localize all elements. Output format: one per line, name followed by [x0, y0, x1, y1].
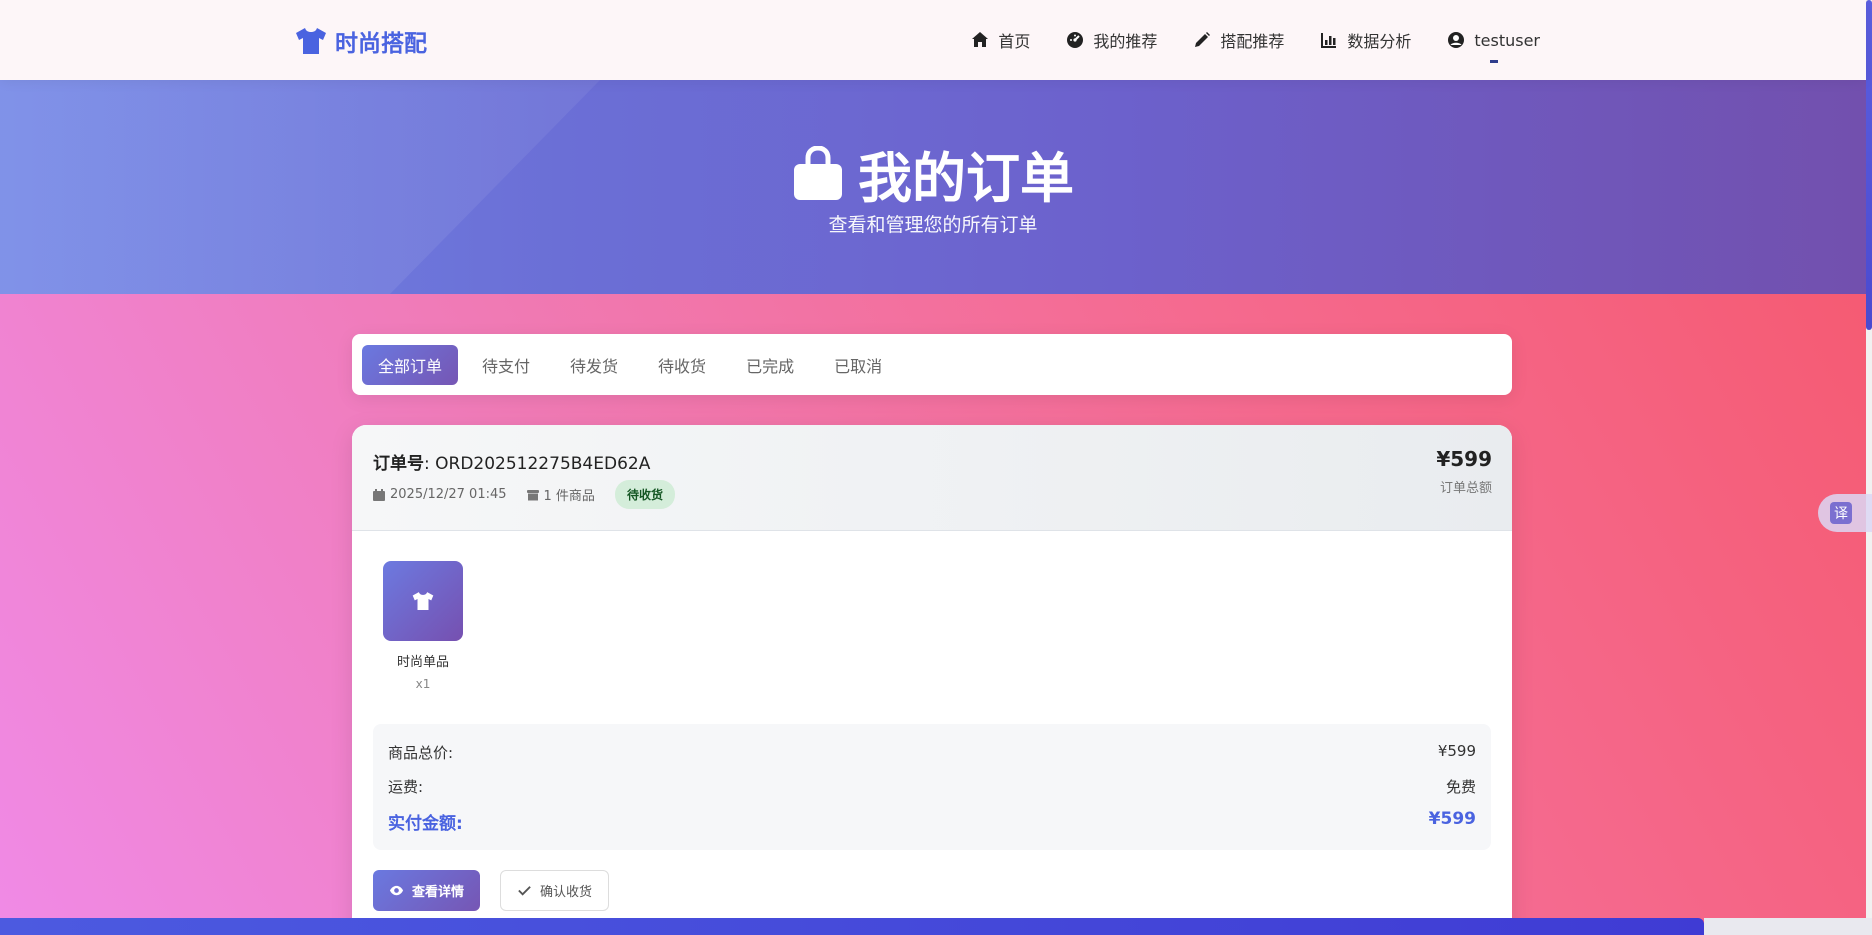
subtotal-label: 商品总价:	[388, 744, 454, 762]
translate-button[interactable]: 译	[1818, 494, 1872, 532]
user-circle-icon	[1448, 32, 1465, 48]
order-item-count-text: 1 件商品	[543, 489, 595, 504]
subtotal-value: ¥599	[1437, 742, 1476, 760]
calendar-icon	[373, 488, 385, 501]
translate-icon: 译	[1830, 502, 1852, 524]
home-icon	[972, 32, 989, 47]
shipping-label: 运费:	[388, 778, 424, 796]
paid-amount-row: 实付金额: ¥599	[388, 809, 1476, 834]
nav-item-user[interactable]: testuser	[1447, 26, 1540, 63]
order-date-text: 2025/12/27 01:45	[390, 487, 507, 502]
product-name: 时尚单品	[396, 655, 449, 670]
tab-pending-payment[interactable]: 待支付	[466, 345, 546, 385]
navbar: 时尚搭配 首页 我的推荐 搭配推荐 数据分析 testuser	[0, 0, 1866, 80]
order-item-count: 1 件商品	[526, 485, 595, 504]
order-status-tabs: 全部订单 待支付 待发货 待收货 已完成 已取消	[352, 334, 1512, 395]
hero-banner: 我的订单 查看和管理您的所有订单	[0, 80, 1866, 294]
order-header: 订单号: ORD202512275B4ED62A 2025/12/27 01:4…	[352, 425, 1512, 531]
nav-item-label: 搭配推荐	[1220, 32, 1285, 51]
shopping-bag-icon	[794, 145, 842, 200]
gauge-icon	[1067, 32, 1084, 48]
nav-menu: 首页 我的推荐 搭配推荐 数据分析 testuser	[971, 26, 1540, 63]
tab-pending-receipt[interactable]: 待收货	[642, 345, 722, 385]
order-total-amount: ¥599	[1436, 447, 1492, 471]
order-date: 2025/12/27 01:45	[373, 487, 507, 502]
tshirt-icon	[412, 592, 434, 610]
order-total: ¥599 订单总额	[1436, 447, 1492, 496]
scrollbar-thumb[interactable]	[1866, 0, 1872, 330]
page-title: 我的订单	[0, 134, 1866, 213]
nav-item-label: testuser	[1474, 30, 1540, 50]
tab-all-orders[interactable]: 全部订单	[362, 344, 459, 385]
horizontal-scrollbar-thumb[interactable]	[0, 918, 1704, 935]
tab-pending-shipment[interactable]: 待发货	[554, 345, 634, 385]
confirm-receipt-label: 确认收货	[540, 885, 593, 900]
nav-item-label: 数据分析	[1347, 32, 1412, 51]
order-total-label: 订单总额	[1439, 481, 1492, 496]
confirm-receipt-button[interactable]: 确认收货	[500, 870, 610, 911]
check-icon	[518, 886, 531, 896]
order-card: 订单号: ORD202512275B4ED62A 2025/12/27 01:4…	[352, 425, 1512, 935]
order-number-label: 订单号	[373, 454, 424, 474]
active-indicator	[1489, 60, 1498, 63]
page-title-text: 我的订单	[858, 147, 1074, 210]
tshirt-icon	[296, 28, 326, 54]
shipping-row: 运费: 免费	[388, 776, 1476, 797]
nav-item-label: 首页	[998, 32, 1031, 51]
product-thumbnail[interactable]	[383, 561, 463, 641]
pencil-icon	[1195, 32, 1211, 47]
tab-cancelled[interactable]: 已取消	[818, 345, 898, 385]
order-meta: 2025/12/27 01:45 1 件商品 待收货	[373, 480, 675, 509]
product-quantity: x1	[415, 677, 431, 691]
view-details-button[interactable]: 查看详情	[373, 870, 481, 911]
price-summary: 商品总价: ¥599 运费: 免费 实付金额: ¥599	[373, 724, 1491, 850]
eye-icon	[389, 885, 404, 896]
brand-name: 时尚搭配	[335, 31, 427, 57]
brand-logo[interactable]: 时尚搭配	[295, 24, 427, 58]
box-icon	[526, 489, 539, 500]
status-badge: 待收货	[614, 480, 675, 509]
order-number: 订单号: ORD202512275B4ED62A	[373, 449, 650, 474]
paid-amount-value: ¥599	[1428, 809, 1476, 829]
nav-item-label: 我的推荐	[1093, 32, 1158, 51]
paid-amount-label: 实付金额:	[388, 814, 463, 834]
nav-item-data-analysis[interactable]: 数据分析	[1320, 26, 1411, 54]
horizontal-scrollbar-track[interactable]	[1704, 918, 1872, 935]
order-number-value: : ORD202512275B4ED62A	[424, 454, 651, 474]
nav-item-my-recommendations[interactable]: 我的推荐	[1066, 26, 1157, 54]
page-subtitle: 查看和管理您的所有订单	[828, 214, 1038, 236]
bar-chart-icon	[1321, 33, 1337, 48]
nav-item-outfit-recommendations[interactable]: 搭配推荐	[1193, 26, 1284, 54]
view-details-label: 查看详情	[412, 885, 465, 900]
shipping-value: 免费	[1445, 778, 1476, 796]
tab-completed[interactable]: 已完成	[730, 345, 810, 385]
subtotal-row: 商品总价: ¥599	[388, 742, 1476, 763]
nav-item-home[interactable]: 首页	[971, 26, 1030, 54]
